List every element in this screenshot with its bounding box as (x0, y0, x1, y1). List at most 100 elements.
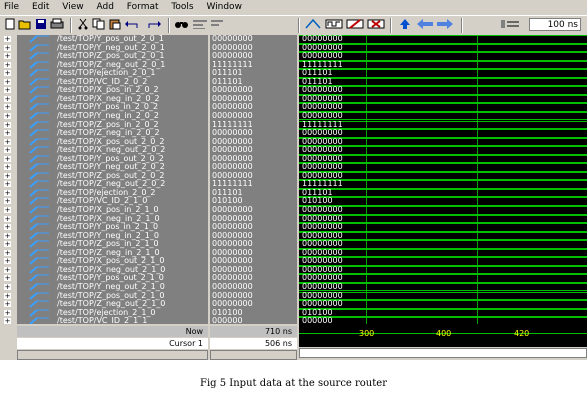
menu-edit[interactable]: Edit (27, 0, 54, 15)
find-icon[interactable] (174, 18, 190, 32)
signal-bus-icon (29, 43, 49, 52)
print-icon[interactable] (50, 18, 64, 32)
expand-toggle[interactable]: + (4, 258, 11, 265)
wave-value: 000000 (302, 316, 333, 324)
expand-toggle[interactable]: + (4, 70, 11, 77)
signal-bus-icon (29, 197, 49, 206)
expand-toggle[interactable]: + (4, 104, 11, 111)
row-gutter: +++++++++++++++++++++++++++++++++++ (0, 35, 17, 333)
cursor-label[interactable]: Cursor 1 (17, 338, 208, 349)
signal-bus-icon (29, 274, 49, 283)
expand-toggle[interactable]: + (4, 121, 11, 128)
wave-top-line (299, 77, 587, 79)
expand-toggle[interactable]: + (4, 155, 11, 162)
signal-bus-icon (29, 283, 49, 291)
expand-toggle[interactable]: + (4, 309, 11, 316)
signal-bus-icon (29, 291, 49, 300)
signal-bus-icon (29, 52, 49, 60)
signal-bus-icon (29, 120, 49, 129)
signal-bus-icon (29, 257, 49, 266)
insert-cursor-icon[interactable] (304, 18, 322, 32)
zoom-input[interactable]: 100 ns (529, 18, 581, 31)
expand-toggle[interactable]: + (4, 95, 11, 102)
signal-bus-icon (29, 223, 49, 231)
delete-wave-icon[interactable] (367, 18, 385, 32)
expand-toggle[interactable]: + (4, 53, 11, 60)
menu-format[interactable]: Format (122, 0, 164, 15)
edit-wave-icon[interactable] (346, 18, 364, 32)
expand-toggle[interactable]: + (4, 36, 11, 43)
zoom-range-icon[interactable] (500, 18, 522, 32)
expand-toggle[interactable]: + (4, 207, 11, 214)
undo-icon[interactable] (124, 18, 142, 32)
expand-toggle[interactable]: + (4, 283, 11, 290)
expand-toggle[interactable]: + (4, 292, 11, 299)
cursor-value: 506 ns (210, 338, 297, 349)
waveform-row: 010100 (299, 308, 587, 318)
expand-toggle[interactable]: + (4, 275, 11, 282)
expand-toggle[interactable]: + (4, 198, 11, 205)
expand-toggle[interactable]: + (4, 87, 11, 94)
expand-toggle[interactable]: + (4, 112, 11, 119)
add-wave-icon[interactable] (325, 18, 343, 32)
save-icon[interactable] (34, 18, 48, 32)
signal-bus-icon (29, 60, 49, 69)
waveform-row: 011101 (299, 69, 587, 78)
expand-toggle[interactable]: + (4, 224, 11, 231)
redo-icon[interactable] (144, 18, 162, 32)
menu-view[interactable]: View (57, 0, 88, 15)
wave-top-line (299, 197, 587, 199)
signal-bus-icon (29, 300, 49, 308)
waveform-row: 11111111 (299, 60, 587, 70)
signal-bus-icon (29, 266, 49, 274)
menu-window[interactable]: Window (201, 0, 247, 15)
menu-file[interactable]: File (0, 0, 24, 15)
expand-toggle[interactable]: + (4, 172, 11, 179)
expand-toggle[interactable]: + (4, 266, 11, 273)
expand-toggle[interactable]: + (4, 241, 11, 248)
expand-toggle[interactable]: + (4, 249, 11, 256)
signal-bus-icon (29, 35, 49, 43)
name-hscrollbar[interactable] (17, 350, 208, 360)
menu-bar: File Edit View Add Format Tools Window (0, 0, 587, 15)
signal-bus-icon (29, 206, 49, 214)
toolbar: 100 ns (0, 15, 587, 36)
wave-hscrollbar[interactable] (299, 348, 587, 358)
expand-toggle[interactable]: + (4, 130, 11, 137)
arrow-right-icon[interactable] (436, 18, 454, 32)
new-file-icon[interactable] (4, 18, 16, 32)
signal-row[interactable]: /test/TOP/VC_ID_2_1_1 (17, 317, 208, 324)
expand-toggle[interactable]: + (4, 301, 11, 308)
expand-toggle[interactable]: + (4, 215, 11, 222)
expand-toggle[interactable]: + (4, 138, 11, 145)
signal-bus-icon (29, 172, 49, 180)
copy-icon[interactable] (92, 18, 106, 32)
arrow-left-icon[interactable] (416, 18, 434, 32)
expand-toggle[interactable]: + (4, 147, 11, 154)
expand-toggle[interactable]: + (4, 44, 11, 51)
wave-top-line (299, 69, 587, 71)
signal-bus-icon (29, 214, 49, 223)
expand-toggle[interactable]: + (4, 181, 11, 188)
cut-icon[interactable] (77, 18, 89, 32)
arrow-up-icon[interactable] (398, 18, 412, 32)
menu-add[interactable]: Add (91, 0, 118, 15)
paste-icon[interactable] (108, 18, 122, 32)
expand-toggle[interactable]: + (4, 164, 11, 171)
open-folder-icon[interactable] (18, 18, 32, 32)
expand-toggle[interactable]: + (4, 232, 11, 239)
waveform-row: 011101 (299, 188, 587, 198)
find-replace-icon[interactable] (192, 18, 208, 32)
expand-toggle[interactable]: + (4, 78, 11, 85)
expand-toggle[interactable]: + (4, 189, 11, 196)
expand-toggle[interactable]: + (4, 61, 11, 68)
value-hscrollbar[interactable] (210, 350, 297, 360)
signal-bus-icon (29, 154, 49, 163)
waveform-row: 000000 (299, 317, 587, 324)
menu-tools[interactable]: Tools (166, 0, 198, 15)
timeline-ruler: 300 400 420 (299, 324, 587, 347)
find-next-icon[interactable] (210, 18, 224, 32)
waveform-pane[interactable]: 00000000 00000000 00000000 11111111 011101 01… (299, 35, 587, 324)
wave-top-line (299, 317, 587, 319)
toolbar-separator (168, 18, 170, 33)
